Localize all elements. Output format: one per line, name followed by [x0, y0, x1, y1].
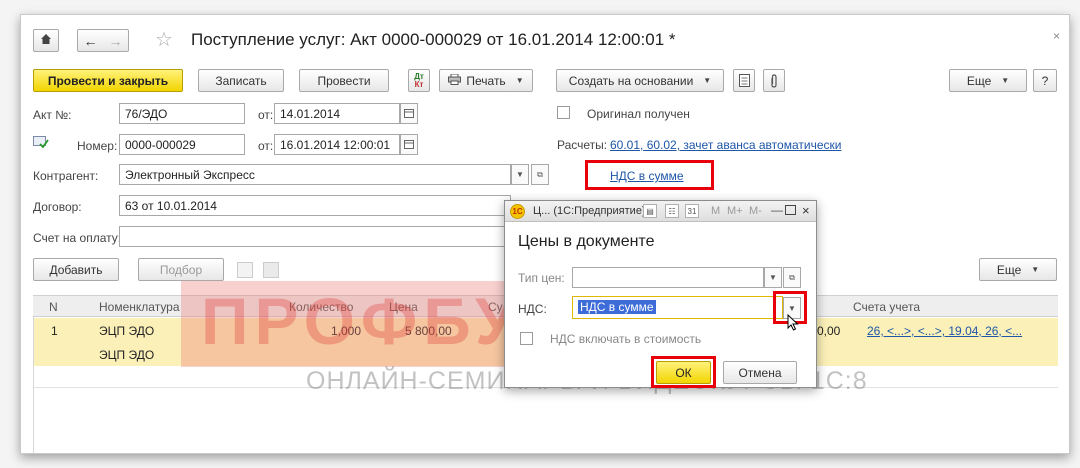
chevron-down-icon[interactable]: ▼: [764, 267, 782, 288]
contractor-label: Контрагент:: [33, 169, 99, 183]
table-more-label: Еще: [996, 262, 1022, 277]
col-n[interactable]: N: [49, 300, 58, 314]
chevron-down-icon: ▼: [515, 76, 524, 85]
close-icon[interactable]: ×: [1053, 29, 1060, 43]
number-field[interactable]: 0000-000029: [119, 134, 245, 155]
vat-label: НДС:: [518, 302, 547, 316]
more-label: Еще: [966, 73, 992, 88]
memory-m-plus[interactable]: M+: [727, 205, 743, 217]
price-type-field[interactable]: [572, 267, 764, 288]
invoice-field[interactable]: [119, 226, 511, 247]
cancel-button[interactable]: Отмена: [723, 361, 797, 384]
edo-status-icon: [33, 136, 49, 151]
minimize-icon[interactable]: —: [771, 203, 783, 217]
chevron-down-icon: ▼: [1031, 265, 1040, 274]
row-accounts-link[interactable]: 26, <...>, <...>, 19.04, 26, <...: [867, 324, 1022, 338]
act-number-label: Акт №:: [33, 108, 72, 122]
chevron-down-icon: ▼: [1001, 76, 1010, 85]
calendar-icon[interactable]: [400, 134, 418, 155]
document-icon[interactable]: ▤: [643, 204, 657, 218]
act-date-field[interactable]: 14.01.2014: [274, 103, 400, 124]
row-number: 1: [51, 324, 58, 338]
original-received-label: Оригинал получен: [587, 107, 690, 121]
act-number-field[interactable]: 76/ЭДО: [119, 103, 245, 124]
calendar-icon[interactable]: [400, 103, 418, 124]
number-date-label: от:: [258, 139, 274, 153]
document-icon[interactable]: [733, 69, 755, 92]
vat-include-checkbox[interactable]: [520, 332, 533, 345]
post-and-close-button[interactable]: Провести и закрыть: [33, 69, 183, 92]
post-button[interactable]: Провести: [299, 69, 389, 92]
maximize-icon[interactable]: [785, 205, 796, 215]
contract-label: Договор:: [33, 200, 82, 214]
save-button[interactable]: Записать: [198, 69, 284, 92]
col-accounts[interactable]: Счета учета: [853, 300, 920, 314]
create-based-label: Создать на основании: [568, 73, 694, 88]
page-title: Поступление услуг: Акт 0000-000029 от 16…: [191, 30, 676, 49]
close-icon[interactable]: ×: [802, 203, 810, 218]
copy-icon[interactable]: [237, 262, 253, 278]
row-subitem: ЭЦП ЭДО: [99, 348, 155, 362]
open-icon[interactable]: ⧉: [783, 267, 801, 288]
paperclip-icon[interactable]: [763, 69, 785, 92]
dt-kt-icon[interactable]: Дт Кт: [408, 69, 430, 92]
open-icon[interactable]: ⧉: [531, 164, 549, 185]
add-row-button[interactable]: Добавить: [33, 258, 119, 281]
document-window: ← → ☆ Поступление услуг: Акт 0000-000029…: [20, 14, 1070, 454]
calendar-icon[interactable]: 31: [685, 204, 699, 218]
chevron-down-icon[interactable]: ▼: [511, 164, 529, 185]
memory-m[interactable]: M: [711, 205, 720, 217]
calculations-label: Расчеты:: [557, 138, 608, 152]
more-button[interactable]: Еще ▼: [949, 69, 1027, 92]
dialog-heading: Цены в документе: [518, 233, 655, 250]
home-button[interactable]: [33, 29, 59, 52]
home-icon: [40, 33, 52, 48]
pick-button[interactable]: Подбор: [138, 258, 224, 281]
printer-icon: [448, 73, 462, 88]
star-icon[interactable]: ☆: [155, 27, 173, 52]
arrow-right-icon[interactable]: →: [109, 33, 123, 49]
highlight-vat-link: [585, 160, 714, 190]
prices-dialog: 1С Ц... (1С:Предприятие) ▤ ☷ 31 M M+ M- …: [504, 200, 817, 388]
contract-field[interactable]: 63 от 10.01.2014: [119, 195, 511, 216]
print-button[interactable]: Печать ▼: [439, 69, 533, 92]
1c-logo-icon: 1С: [510, 204, 525, 219]
contractor-field[interactable]: Электронный Экспресс: [119, 164, 511, 185]
divider: [33, 317, 34, 453]
invoice-label: Счет на оплату:: [33, 231, 122, 245]
paste-icon[interactable]: [263, 262, 279, 278]
row-sum: 0,00: [817, 324, 841, 338]
number-label: Номер:: [77, 139, 118, 153]
help-button[interactable]: ?: [1033, 69, 1057, 92]
calculator-icon[interactable]: ☷: [665, 204, 679, 218]
price-type-label: Тип цен:: [518, 271, 565, 285]
original-received-checkbox[interactable]: [557, 106, 570, 119]
calculations-link[interactable]: 60.01, 60.02, зачет аванса автоматически: [610, 138, 841, 152]
chevron-down-icon: ▼: [703, 76, 712, 85]
vat-select-value: НДС в сумме: [578, 300, 656, 314]
memory-m-minus[interactable]: M-: [749, 205, 762, 217]
nav-buttons: ← →: [77, 29, 129, 52]
vat-select[interactable]: НДС в сумме: [572, 296, 783, 319]
arrow-left-icon[interactable]: ←: [84, 33, 98, 49]
vat-include-label: НДС включать в стоимость: [550, 332, 702, 346]
highlight-ok-button: [651, 356, 716, 388]
print-label: Печать: [466, 73, 506, 88]
dialog-titlebar[interactable]: 1С Ц... (1С:Предприятие) ▤ ☷ 31 M M+ M- …: [505, 201, 816, 222]
act-date-label: от:: [258, 108, 274, 122]
table-more-button[interactable]: Еще ▼: [979, 258, 1057, 281]
dialog-app-title: Ц... (1С:Предприятие): [533, 205, 646, 217]
row-item: ЭЦП ЭДО: [99, 324, 155, 338]
mouse-cursor-icon: [787, 313, 799, 334]
col-item[interactable]: Номенклатура: [99, 300, 180, 314]
number-date-field[interactable]: 16.01.2014 12:00:01: [274, 134, 400, 155]
create-based-on-button[interactable]: Создать на основании ▼: [556, 69, 724, 92]
